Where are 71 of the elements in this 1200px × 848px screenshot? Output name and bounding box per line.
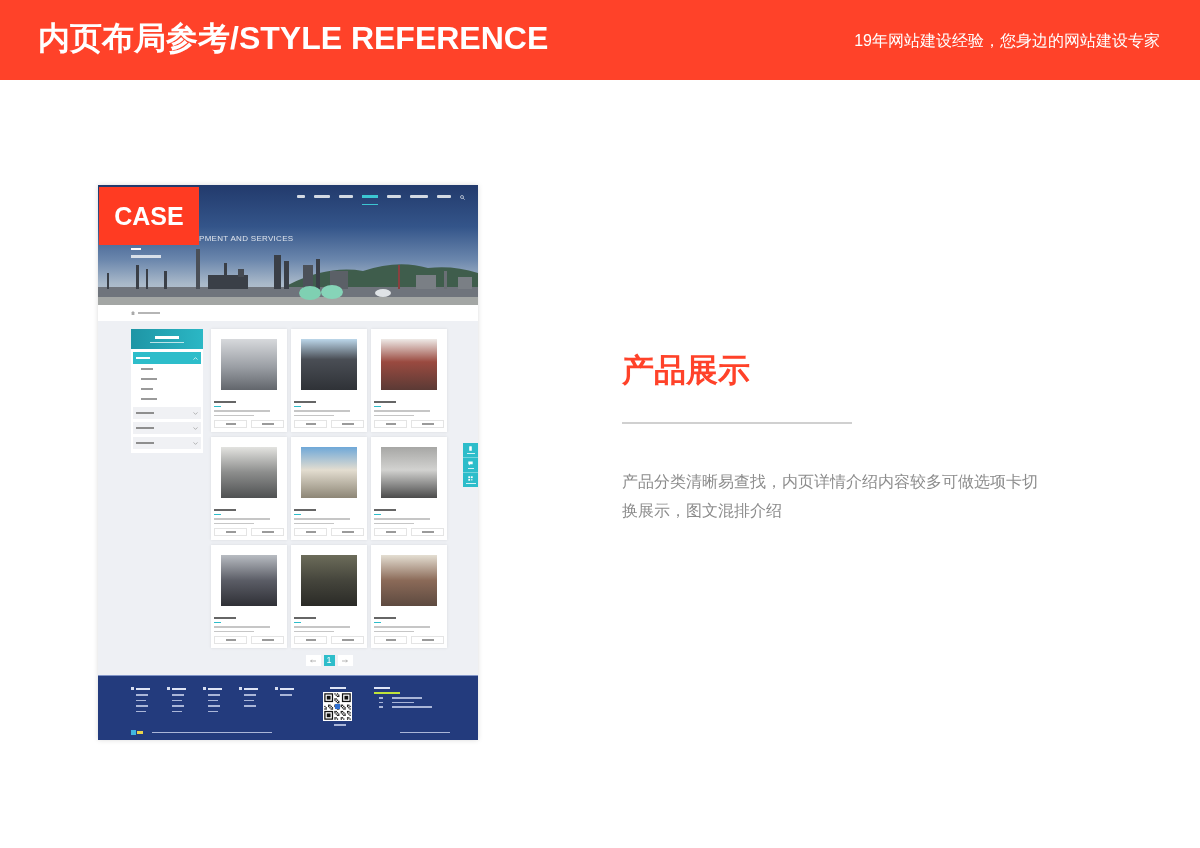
section-description: 产品分类清晰易查找，内页详情介绍内容较多可做选项卡切换展示，图文混排介绍 — [622, 472, 1039, 521]
case-badge: CASE — [99, 187, 199, 245]
tagline: 19年网站建设经验，您身边的网站建设专家 — [854, 30, 1160, 51]
chat-icon — [468, 461, 473, 466]
phone-icon — [468, 446, 473, 451]
blurred-text — [244, 687, 258, 690]
footer-logo-icon — [131, 730, 143, 735]
toolbar-button[interactable] — [463, 443, 478, 458]
card-button[interactable] — [214, 528, 247, 536]
list-icon — [167, 687, 170, 690]
arrow-left-icon — [310, 658, 316, 663]
product-photo — [381, 555, 437, 606]
sidebar-item[interactable] — [133, 352, 201, 364]
card-button[interactable] — [411, 636, 444, 644]
sidebar-item[interactable] — [133, 437, 201, 449]
card-button[interactable] — [331, 420, 364, 428]
blurred-text — [280, 687, 294, 690]
product-photo — [301, 447, 357, 498]
card-button[interactable] — [411, 420, 444, 428]
list-icon — [131, 687, 134, 690]
product-photo — [381, 339, 437, 390]
card-button[interactable] — [294, 420, 327, 428]
list-icon — [203, 687, 206, 690]
card-button[interactable] — [374, 528, 407, 536]
product-photo — [221, 447, 277, 498]
card-button[interactable] — [374, 636, 407, 644]
card-button[interactable] — [294, 636, 327, 644]
card-button[interactable] — [251, 636, 284, 644]
toolbar-button[interactable] — [463, 473, 478, 487]
product-photo — [301, 555, 357, 606]
card-button[interactable] — [331, 636, 364, 644]
card-button[interactable] — [294, 528, 327, 536]
blurred-text — [208, 687, 222, 690]
accent-line — [374, 406, 381, 407]
card-button[interactable] — [214, 420, 247, 428]
accent-line — [214, 622, 221, 623]
qr-code — [323, 692, 352, 721]
blurred-text — [400, 731, 450, 734]
list-icon — [275, 687, 278, 690]
sidebar-item[interactable] — [133, 422, 201, 434]
card-button[interactable] — [411, 528, 444, 536]
accent-line — [294, 406, 301, 407]
product-photo — [381, 447, 437, 498]
section-title: 产品展示 — [622, 352, 751, 388]
arrow-right-icon — [342, 658, 348, 663]
card-button[interactable] — [251, 420, 284, 428]
blurred-text — [136, 687, 150, 690]
accent-line — [374, 622, 381, 623]
page-button[interactable]: 1 — [323, 655, 335, 666]
product-photo — [221, 339, 277, 390]
home-icon — [131, 311, 135, 315]
list-icon — [239, 687, 242, 690]
accent-line — [294, 622, 301, 623]
card-button[interactable] — [374, 420, 407, 428]
banner-subtitle: PMENT AND SERVICES — [199, 234, 295, 244]
blurred-text — [172, 687, 186, 690]
accent-line — [374, 514, 381, 515]
search-icon[interactable] — [460, 195, 465, 200]
product-photo — [301, 339, 357, 390]
card-button[interactable] — [214, 636, 247, 644]
blurred-text — [131, 255, 161, 258]
page-title: 内页布局参考/STYLE REFERENCE — [38, 18, 549, 58]
blurred-text — [155, 335, 179, 339]
accent-line — [214, 406, 221, 407]
card-button[interactable] — [331, 528, 364, 536]
sidebar-item[interactable] — [133, 407, 201, 419]
accent-line — [214, 514, 221, 515]
product-photo — [221, 555, 277, 606]
accent-line — [294, 514, 301, 515]
card-button[interactable] — [251, 528, 284, 536]
qr-code-icon — [468, 476, 473, 481]
